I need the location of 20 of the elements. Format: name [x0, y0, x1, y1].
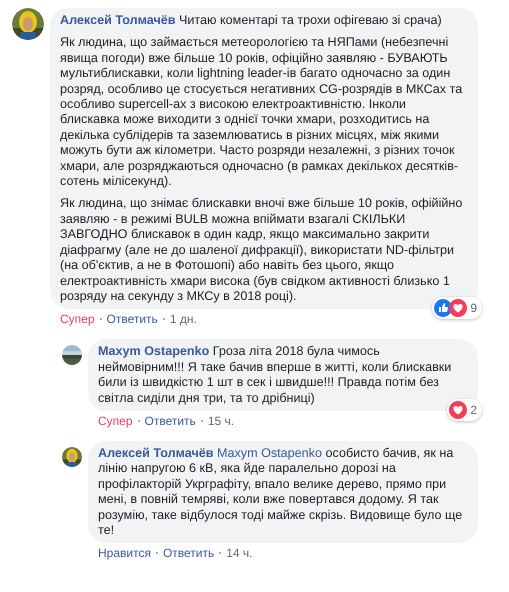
reply-link[interactable]: Ответить [106, 312, 158, 326]
mention-link[interactable]: Maxym Ostapenko [217, 446, 322, 460]
author-link[interactable]: Maxym Ostapenko [98, 344, 210, 358]
reply-link[interactable]: Ответить [144, 414, 196, 428]
comment-text: Як людина, що займається метеорологією та НЯПами (небезпечні явища погоди) вже більше 10 років, офіційно заявляю - БУВАЮТЬ мультиблискавки, коли lightning leader-ів багато одночасно за один розряд, особливо це стосується негативних CG-розрядів в МКСах та особливо supercell-ах з високою електроактивністю. Інколи блискавка може виходити з однієї точки хмари, розходитись на декілька сублідерів та заземлюватись в різних місцях, між якими можуть бути аж кілометри. Часто розряди незалежні, з різних точок хмари, але розряджаються одночасно (в рамках декількох десятків-сотень мілісекунд). [60, 35, 464, 190]
comment-text: Алексей Толмачёв Maxym Ostapenko особисто бачив, як на лінію напругою 6 кВ, яка йде паралельно дорозі на профілакторій Укрграфіту, впало велике дерево, прямо при мені, в повній темряві, коли вже повертався додому. Я так розумію, таке відбулося тоді майже скрізь. Видовище було ще те! [98, 446, 464, 538]
reaction-badge[interactable]: 2 [447, 398, 482, 421]
react-link[interactable]: Нравится [98, 546, 151, 560]
comment-text: Алексей Толмачёв Читаю коментарі та трохи офігеваю зі срача) [60, 13, 443, 28]
react-link[interactable]: Супер [60, 312, 95, 326]
reaction-count: 9 [470, 300, 477, 318]
reaction-count: 2 [470, 402, 477, 419]
timestamp[interactable]: 1 дн. [170, 312, 197, 326]
author-link[interactable]: Алексей Толмачёв [98, 446, 214, 460]
reply-link[interactable]: Ответить [162, 546, 214, 560]
reaction-badge[interactable]: 9 [432, 297, 482, 320]
react-link[interactable]: Супер [98, 414, 133, 428]
author-link[interactable]: Алексей Толмачёв [60, 13, 176, 27]
timestamp[interactable]: 15 ч. [208, 414, 234, 428]
timestamp[interactable]: 14 ч. [226, 546, 253, 560]
